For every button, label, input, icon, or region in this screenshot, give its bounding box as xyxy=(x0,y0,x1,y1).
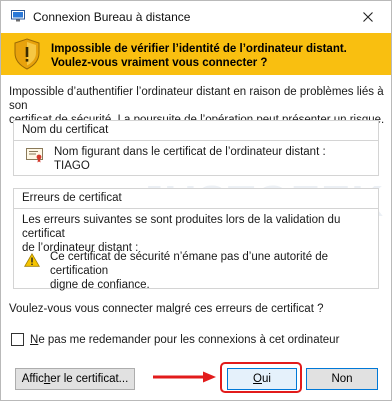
banner-line-2: Voulez-vous vraiment vous connecter ? xyxy=(51,57,268,69)
certificate-name-group: Nom du certificat Nom figurant dans le c… xyxy=(13,120,379,176)
connect-question: Voulez-vous vous connecter malgré ces er… xyxy=(9,303,324,315)
certificate-icon xyxy=(26,148,43,163)
errors-intro-line-1: Les erreurs suivantes se sont produites … xyxy=(22,214,341,240)
certificate-errors-group: Erreurs de certificat Les erreurs suivan… xyxy=(13,188,379,292)
banner-message: Impossible de vérifier l’identité de l’o… xyxy=(51,42,347,70)
error-item: Ce certificat de sécurité n’émane pas d’… xyxy=(50,250,370,292)
banner-line-1: Impossible de vérifier l’identité de l’o… xyxy=(51,43,347,55)
dont-ask-again-checkbox[interactable]: Ne pas me redemander pour les connexions… xyxy=(11,333,339,346)
no-label: Non xyxy=(331,373,353,385)
certificate-label: Nom figurant dans le certificat de l’ord… xyxy=(54,146,326,158)
error-item-line-1: Ce certificat de sécurité n’émane pas d’… xyxy=(50,251,329,277)
certificate-info: Nom figurant dans le certificat de l’ord… xyxy=(54,145,326,173)
certificate-value: TIAGO xyxy=(54,160,90,172)
checkbox-label: Ne pas me redemander pour les connexions… xyxy=(30,333,340,346)
remote-desktop-icon xyxy=(11,10,25,22)
close-icon xyxy=(363,12,373,22)
intro-line-1: Impossible d’authentifier l’ordinateur d… xyxy=(9,86,384,112)
certificate-name-title: Nom du certificat xyxy=(22,124,109,136)
red-arrow-annotation xyxy=(153,371,216,383)
error-item-line-2: digne de confiance. xyxy=(50,279,150,291)
title-bar[interactable]: Connexion Bureau à distance xyxy=(1,1,391,33)
view-certificate-label: Afficher le certificat... xyxy=(21,373,129,385)
certificate-errors-title: Erreurs de certificat xyxy=(22,192,122,204)
checkbox-box[interactable] xyxy=(11,333,24,346)
yes-button[interactable]: Oui xyxy=(227,368,297,390)
no-button[interactable]: Non xyxy=(306,368,378,390)
remote-desktop-dialog: Connexion Bureau à distance Impossible d… xyxy=(0,0,392,401)
close-button[interactable] xyxy=(345,1,391,33)
yes-label: Oui xyxy=(253,373,271,385)
group-divider xyxy=(14,140,378,141)
window-title: Connexion Bureau à distance xyxy=(33,10,191,24)
warning-banner: Impossible de vérifier l’identité de l’o… xyxy=(1,33,391,75)
shield-warning-icon xyxy=(14,38,40,70)
warning-icon xyxy=(24,253,40,267)
errors-intro: Les erreurs suivantes se sont produites … xyxy=(22,213,372,255)
view-certificate-button[interactable]: Afficher le certificat... xyxy=(15,368,135,390)
group-divider xyxy=(14,208,378,209)
